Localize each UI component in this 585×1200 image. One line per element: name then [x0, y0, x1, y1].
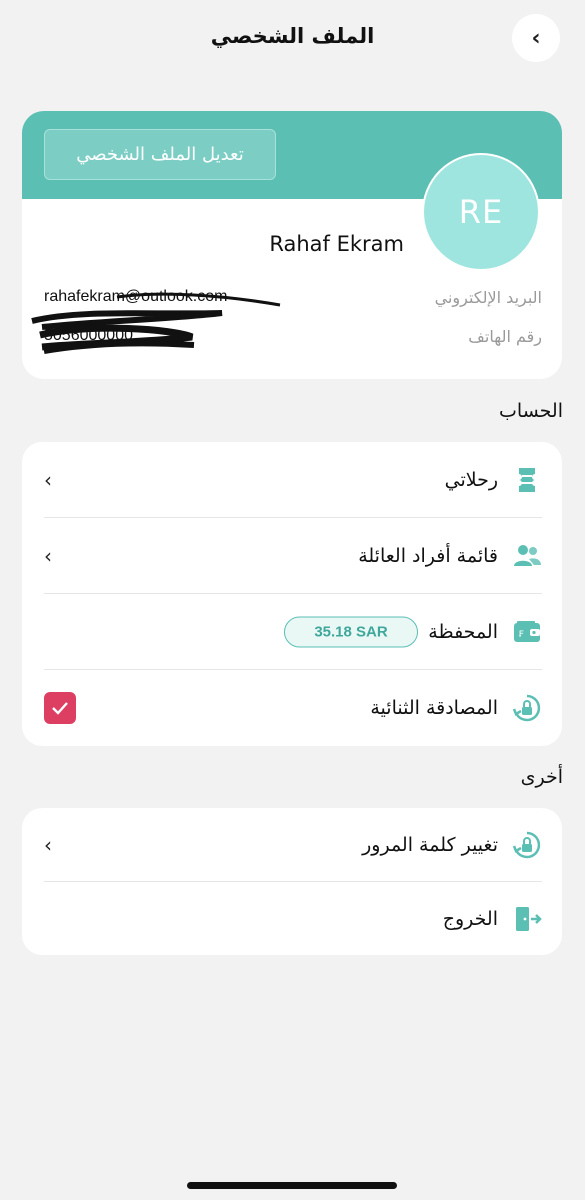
menu-item-logout[interactable]: الخروج — [44, 882, 542, 955]
phone-label: رقم الهاتف — [468, 327, 542, 346]
account-section-title: الحساب — [499, 400, 563, 422]
menu-item-two-factor[interactable]: المصادقة الثنائية — [44, 670, 542, 746]
lock-refresh-icon — [512, 694, 541, 722]
other-section-title: أخرى — [520, 766, 563, 788]
avatar: RE — [422, 153, 540, 271]
two-factor-checkbox[interactable] — [44, 692, 76, 724]
checkmark-icon — [52, 702, 68, 715]
email-label: البريد الإلكتروني — [434, 288, 542, 307]
user-name: Rahaf Ekram — [269, 232, 404, 256]
back-button[interactable]: ‹ — [512, 14, 560, 62]
chevron-left-icon: ‹ — [44, 832, 52, 857]
menu-item-label: تغيير كلمة المرور — [362, 833, 498, 856]
chevron-left-icon: ‹ — [531, 25, 541, 51]
lock-refresh-icon — [512, 831, 541, 858]
page-title: الملف الشخصي — [210, 24, 375, 48]
account-card: رحلاتي ‹ قائمة أفراد العائلة ‹ ₣ المحفظة… — [22, 442, 562, 746]
menu-item-label: قائمة أفراد العائلة — [358, 544, 498, 567]
menu-item-label: رحلاتي — [444, 468, 498, 491]
menu-item-label: الخروج — [442, 907, 498, 930]
menu-item-label: المصادقة الثنائية — [370, 697, 498, 719]
email-value: rahafekram@outlook.com — [44, 288, 228, 305]
menu-item-change-password[interactable]: تغيير كلمة المرور ‹ — [44, 808, 542, 882]
email-row: البريد الإلكتروني rahafekram@outlook.com — [44, 288, 542, 312]
other-card: تغيير كلمة المرور ‹ الخروج — [22, 808, 562, 955]
chevron-left-icon: ‹ — [44, 467, 52, 492]
wallet-icon: ₣ — [514, 620, 540, 642]
profile-card: تعديل الملف الشخصي RE Rahaf Ekram البريد… — [22, 111, 562, 379]
menu-item-my-trips[interactable]: رحلاتي ‹ — [44, 442, 542, 518]
ticket-icon — [519, 467, 535, 492]
edit-profile-button[interactable]: تعديل الملف الشخصي — [44, 129, 276, 180]
menu-item-label: المحفظة — [428, 620, 498, 643]
header: الملف الشخصي ‹ — [0, 0, 585, 80]
chevron-left-icon: ‹ — [44, 543, 52, 568]
users-icon — [514, 544, 541, 566]
phone-row: رقم الهاتف 5056000000 — [44, 327, 542, 351]
wallet-balance-badge: 35.18 SAR — [284, 616, 418, 647]
menu-item-wallet[interactable]: ₣ المحفظة 35.18 SAR — [44, 594, 542, 670]
home-indicator — [187, 1182, 397, 1189]
svg-text:₣: ₣ — [518, 630, 524, 640]
logout-icon — [516, 906, 542, 931]
phone-value: 5056000000 — [44, 327, 133, 344]
menu-item-family-list[interactable]: قائمة أفراد العائلة ‹ — [44, 518, 542, 594]
